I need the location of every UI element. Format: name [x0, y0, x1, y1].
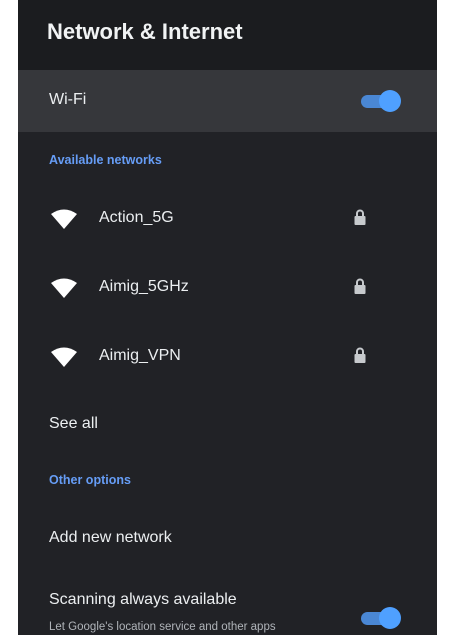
lock-icon — [354, 278, 366, 294]
page-title: Network & Internet — [47, 19, 243, 44]
network-item-aimig-5ghz[interactable]: Aimig_5GHz — [18, 257, 437, 319]
scanning-title: Scanning always available — [49, 591, 237, 608]
wifi-label: Wi-Fi — [49, 91, 87, 108]
scanning-always-available-item[interactable]: Scanning always available Let Google's l… — [18, 578, 437, 635]
settings-panel: Network & Internet Wi-Fi Available netwo… — [18, 0, 437, 635]
scanning-subtitle: Let Google's location service and other … — [49, 621, 276, 633]
network-name: Aimig_VPN — [99, 347, 181, 364]
scanning-switch[interactable] — [361, 605, 401, 631]
see-all-item[interactable]: See all — [18, 397, 437, 453]
wifi-switch[interactable] — [361, 88, 401, 114]
network-name: Action_5G — [99, 209, 174, 226]
add-new-network-item[interactable]: Add new network — [18, 511, 437, 567]
wifi-icon — [51, 278, 77, 298]
lock-icon — [354, 209, 366, 225]
wifi-icon — [51, 209, 77, 229]
network-name: Aimig_5GHz — [99, 278, 189, 295]
see-all-label: See all — [49, 415, 98, 432]
scanning-switch-thumb — [379, 607, 401, 629]
other-options-header: Other options — [49, 473, 131, 487]
network-item-aimig-vpn[interactable]: Aimig_VPN — [18, 326, 437, 388]
header-bar: Network & Internet — [18, 0, 437, 70]
network-item-action-5g[interactable]: Action_5G — [18, 188, 437, 250]
wifi-switch-thumb — [379, 90, 401, 112]
available-networks-header: Available networks — [49, 153, 162, 167]
add-new-network-label: Add new network — [49, 529, 172, 546]
wifi-icon — [51, 347, 77, 367]
wifi-toggle-row[interactable]: Wi-Fi — [18, 70, 437, 132]
lock-icon — [354, 347, 366, 363]
